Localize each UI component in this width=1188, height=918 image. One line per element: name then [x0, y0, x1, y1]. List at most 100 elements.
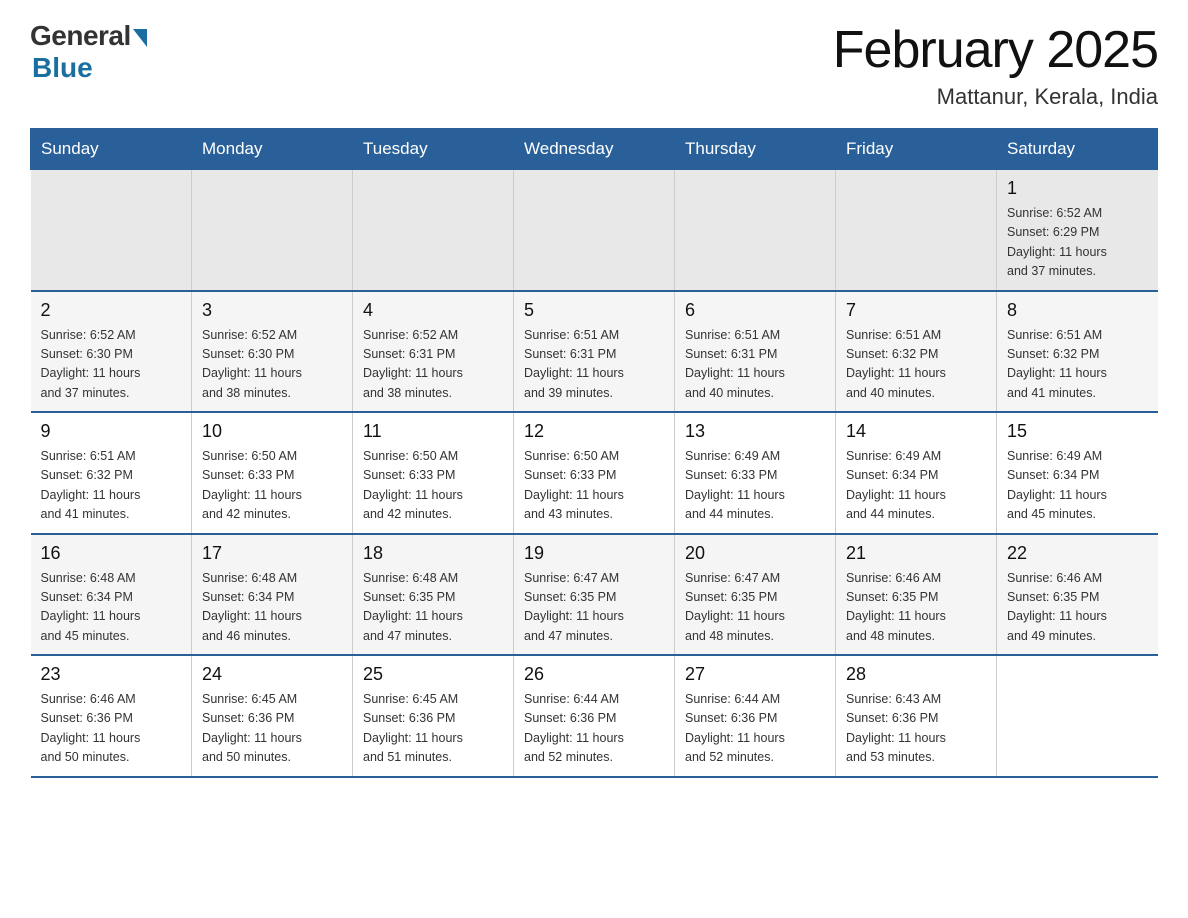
day-info: Sunrise: 6:51 AMSunset: 6:32 PMDaylight:… — [1007, 326, 1148, 404]
day-info: Sunrise: 6:52 AMSunset: 6:30 PMDaylight:… — [41, 326, 182, 404]
calendar-day-cell: 18Sunrise: 6:48 AMSunset: 6:35 PMDayligh… — [353, 534, 514, 656]
day-number: 22 — [1007, 543, 1148, 564]
calendar-day-cell: 13 Sunrise: 6:49 AMSunset: 6:33 PMDayligh… — [675, 412, 836, 534]
calendar-day-cell: 6 Sunrise: 6:51 AMSunset: 6:31 PMDaylight… — [675, 291, 836, 413]
calendar-day-cell: 15 Sunrise: 6:49 AMSunset: 6:34 PMDayligh… — [997, 412, 1158, 534]
day-number: 15 — [1007, 421, 1148, 442]
calendar-day-cell: 10 Sunrise: 6:50 AMSunset: 6:33 PMDayligh… — [192, 412, 353, 534]
day-number: 1 — [1007, 178, 1148, 199]
calendar-week-row: 16 Sunrise: 6:48 AMSunset: 6:34 PMDayligh… — [31, 534, 1158, 656]
calendar-day-cell: 12 Sunrise: 6:50 AMSunset: 6:33 PMDayligh… — [514, 412, 675, 534]
day-number: 8 — [1007, 300, 1148, 321]
day-info: Sunrise: 6:49 AMSunset: 6:34 PMDaylight:… — [1007, 447, 1148, 525]
calendar-day-cell: 21 Sunrise: 6:46 AMSunset: 6:35 PMDayligh… — [836, 534, 997, 656]
day-info: Sunrise: 6:50 AMSunset: 6:33 PMDaylight:… — [363, 447, 503, 525]
day-info: Sunrise: 6:50 AMSunset: 6:33 PMDaylight:… — [202, 447, 342, 525]
location-title: Mattanur, Kerala, India — [833, 84, 1158, 110]
calendar-week-row: 2 Sunrise: 6:52 AMSunset: 6:30 PMDaylight… — [31, 291, 1158, 413]
calendar-day-cell — [836, 170, 997, 291]
calendar-day-cell: 3Sunrise: 6:52 AMSunset: 6:30 PMDaylight… — [192, 291, 353, 413]
calendar-week-row: 23 Sunrise: 6:46 AMSunset: 6:36 PMDayligh… — [31, 655, 1158, 777]
day-info: Sunrise: 6:50 AMSunset: 6:33 PMDaylight:… — [524, 447, 664, 525]
calendar-day-cell: 4 Sunrise: 6:52 AMSunset: 6:31 PMDaylight… — [353, 291, 514, 413]
calendar-week-row: 9Sunrise: 6:51 AMSunset: 6:32 PMDaylight… — [31, 412, 1158, 534]
calendar-day-cell — [353, 170, 514, 291]
day-info: Sunrise: 6:48 AMSunset: 6:34 PMDaylight:… — [202, 569, 342, 647]
calendar-day-cell: 8 Sunrise: 6:51 AMSunset: 6:32 PMDaylight… — [997, 291, 1158, 413]
day-info: Sunrise: 6:52 AMSunset: 6:31 PMDaylight:… — [363, 326, 503, 404]
day-number: 24 — [202, 664, 342, 685]
weekday-header-wednesday: Wednesday — [514, 129, 675, 170]
day-number: 12 — [524, 421, 664, 442]
calendar-day-cell: 25 Sunrise: 6:45 AMSunset: 6:36 PMDayligh… — [353, 655, 514, 777]
calendar-day-cell: 28 Sunrise: 6:43 AMSunset: 6:36 PMDayligh… — [836, 655, 997, 777]
calendar-day-cell: 22 Sunrise: 6:46 AMSunset: 6:35 PMDayligh… — [997, 534, 1158, 656]
logo-arrow-icon — [133, 29, 147, 47]
day-info: Sunrise: 6:49 AMSunset: 6:34 PMDaylight:… — [846, 447, 986, 525]
day-info: Sunrise: 6:46 AMSunset: 6:35 PMDaylight:… — [1007, 569, 1148, 647]
day-info: Sunrise: 6:44 AMSunset: 6:36 PMDaylight:… — [524, 690, 664, 768]
month-title: February 2025 — [833, 20, 1158, 80]
day-info: Sunrise: 6:46 AMSunset: 6:36 PMDaylight:… — [41, 690, 182, 768]
calendar-day-cell: 24 Sunrise: 6:45 AMSunset: 6:36 PMDayligh… — [192, 655, 353, 777]
weekday-header-sunday: Sunday — [31, 129, 192, 170]
day-number: 6 — [685, 300, 825, 321]
day-info: Sunrise: 6:48 AMSunset: 6:34 PMDaylight:… — [41, 569, 182, 647]
day-info: Sunrise: 6:44 AMSunset: 6:36 PMDaylight:… — [685, 690, 825, 768]
day-number: 23 — [41, 664, 182, 685]
calendar-day-cell — [514, 170, 675, 291]
logo-general-text: General — [30, 20, 131, 52]
weekday-header-tuesday: Tuesday — [353, 129, 514, 170]
calendar-day-cell: 5 Sunrise: 6:51 AMSunset: 6:31 PMDaylight… — [514, 291, 675, 413]
calendar-day-cell — [997, 655, 1158, 777]
day-info: Sunrise: 6:49 AMSunset: 6:33 PMDaylight:… — [685, 447, 825, 525]
day-info: Sunrise: 6:52 AMSunset: 6:29 PMDaylight:… — [1007, 204, 1148, 282]
calendar-day-cell — [675, 170, 836, 291]
day-number: 20 — [685, 543, 825, 564]
day-number: 19 — [524, 543, 664, 564]
day-info: Sunrise: 6:46 AMSunset: 6:35 PMDaylight:… — [846, 569, 986, 647]
calendar-day-cell: 7 Sunrise: 6:51 AMSunset: 6:32 PMDaylight… — [836, 291, 997, 413]
day-number: 16 — [41, 543, 182, 564]
calendar-day-cell: 1 Sunrise: 6:52 AMSunset: 6:29 PMDaylight… — [997, 170, 1158, 291]
calendar-table: SundayMondayTuesdayWednesdayThursdayFrid… — [30, 128, 1158, 778]
calendar-day-cell — [192, 170, 353, 291]
weekday-header-monday: Monday — [192, 129, 353, 170]
logo: General Blue — [30, 20, 147, 84]
day-info: Sunrise: 6:51 AMSunset: 6:32 PMDaylight:… — [846, 326, 986, 404]
day-number: 7 — [846, 300, 986, 321]
calendar-day-cell: 16 Sunrise: 6:48 AMSunset: 6:34 PMDayligh… — [31, 534, 192, 656]
logo-blue-text: Blue — [32, 52, 93, 84]
weekday-header-thursday: Thursday — [675, 129, 836, 170]
day-number: 2 — [41, 300, 182, 321]
day-info: Sunrise: 6:47 AMSunset: 6:35 PMDaylight:… — [685, 569, 825, 647]
calendar-day-cell: 20 Sunrise: 6:47 AMSunset: 6:35 PMDayligh… — [675, 534, 836, 656]
calendar-day-cell: 19Sunrise: 6:47 AMSunset: 6:35 PMDayligh… — [514, 534, 675, 656]
weekday-header-row: SundayMondayTuesdayWednesdayThursdayFrid… — [31, 129, 1158, 170]
day-info: Sunrise: 6:51 AMSunset: 6:32 PMDaylight:… — [41, 447, 182, 525]
day-number: 25 — [363, 664, 503, 685]
day-number: 14 — [846, 421, 986, 442]
day-number: 10 — [202, 421, 342, 442]
day-number: 3 — [202, 300, 342, 321]
day-number: 4 — [363, 300, 503, 321]
calendar-day-cell: 27 Sunrise: 6:44 AMSunset: 6:36 PMDayligh… — [675, 655, 836, 777]
day-number: 27 — [685, 664, 825, 685]
day-number: 11 — [363, 421, 503, 442]
day-number: 13 — [685, 421, 825, 442]
day-info: Sunrise: 6:51 AMSunset: 6:31 PMDaylight:… — [685, 326, 825, 404]
day-info: Sunrise: 6:51 AMSunset: 6:31 PMDaylight:… — [524, 326, 664, 404]
day-number: 17 — [202, 543, 342, 564]
day-info: Sunrise: 6:45 AMSunset: 6:36 PMDaylight:… — [202, 690, 342, 768]
weekday-header-friday: Friday — [836, 129, 997, 170]
title-section: February 2025 Mattanur, Kerala, India — [833, 20, 1158, 110]
day-number: 21 — [846, 543, 986, 564]
day-info: Sunrise: 6:48 AMSunset: 6:35 PMDaylight:… — [363, 569, 503, 647]
day-number: 28 — [846, 664, 986, 685]
day-number: 5 — [524, 300, 664, 321]
day-info: Sunrise: 6:43 AMSunset: 6:36 PMDaylight:… — [846, 690, 986, 768]
day-info: Sunrise: 6:45 AMSunset: 6:36 PMDaylight:… — [363, 690, 503, 768]
calendar-day-cell: 9Sunrise: 6:51 AMSunset: 6:32 PMDaylight… — [31, 412, 192, 534]
calendar-day-cell: 23 Sunrise: 6:46 AMSunset: 6:36 PMDayligh… — [31, 655, 192, 777]
calendar-day-cell: 2 Sunrise: 6:52 AMSunset: 6:30 PMDaylight… — [31, 291, 192, 413]
